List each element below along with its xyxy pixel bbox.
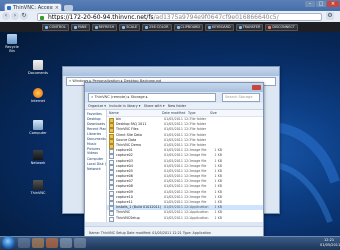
keyboard-label: KEYBOARD bbox=[211, 24, 231, 29]
pane-button[interactable]: PANE bbox=[70, 23, 90, 31]
taskbar-clock[interactable]: 12:21 01/05/2011 bbox=[320, 238, 340, 248]
file-list[interactable]: Name Date modified Type Size bin 01/05/20… bbox=[107, 110, 263, 222]
file-type: Application bbox=[190, 215, 209, 220]
window-titlebar[interactable] bbox=[63, 67, 279, 76]
minimize-button[interactable]: – bbox=[305, 1, 315, 7]
file-row[interactable]: ThinVNCSetup 01/05/2011 12:21Application 1… bbox=[107, 215, 263, 222]
taskbar-ie-icon[interactable] bbox=[60, 238, 72, 248]
page-favicon-icon bbox=[7, 6, 11, 10]
file-rows: bin01/05/2011 12:21File folderDesktop FA… bbox=[107, 117, 263, 222]
navigation-pane: Favorites Desktop Downloads Recent Place… bbox=[85, 110, 107, 222]
scale-button[interactable]: SCALE bbox=[119, 23, 141, 31]
refresh-button[interactable]: REFRESH bbox=[91, 23, 118, 31]
control-button[interactable]: CONTROL bbox=[42, 23, 69, 31]
nav-item[interactable]: Local Disk (C:) bbox=[85, 161, 106, 166]
color-label: 256 COLOR bbox=[149, 24, 169, 29]
nav-item[interactable]: Network bbox=[85, 167, 106, 172]
back-icon[interactable]: ‹ bbox=[2, 12, 10, 20]
internet-icon bbox=[33, 88, 43, 98]
window-titlebar[interactable] bbox=[85, 83, 263, 92]
file-list-header: Name Date modified Type Size bbox=[107, 110, 263, 117]
desktop-icon-label: ThinVNC bbox=[30, 191, 46, 195]
column-name[interactable]: Name bbox=[107, 110, 162, 116]
explorer-window-front[interactable]: « ThinVNC (remote) ▸ Storage ▸ Search St… bbox=[84, 82, 264, 239]
keyboard-icon bbox=[207, 25, 211, 29]
color-button[interactable]: 256 COLOR bbox=[142, 23, 172, 31]
file-icon bbox=[109, 216, 114, 222]
clipboard-button[interactable]: CLIPBOARD bbox=[173, 23, 203, 31]
clipboard-icon bbox=[176, 25, 180, 29]
nav-item[interactable]: Documents bbox=[85, 137, 106, 142]
lock-icon bbox=[40, 15, 44, 20]
palette-icon bbox=[145, 25, 149, 29]
scale-label: SCALE bbox=[126, 24, 138, 29]
search-input[interactable]: Search Storage bbox=[222, 93, 260, 102]
recycle-bin-icon bbox=[7, 34, 17, 44]
nav-item[interactable]: Computer bbox=[85, 157, 106, 162]
wrench-icon[interactable]: ⚙ bbox=[326, 12, 334, 20]
network-icon bbox=[33, 150, 43, 160]
taskbar-app-icon[interactable] bbox=[74, 238, 86, 248]
desktop-icon-label: Recycle Bin bbox=[5, 45, 19, 53]
app-icon bbox=[33, 180, 43, 190]
file-name: ThinVNCSetup bbox=[116, 215, 140, 220]
maximize-button[interactable]: □ bbox=[316, 1, 326, 7]
window-close-button[interactable] bbox=[252, 84, 261, 90]
scale-icon bbox=[122, 25, 126, 29]
transfer-label: TRANSFER bbox=[242, 24, 261, 29]
taskbar-explorer-icon[interactable] bbox=[18, 238, 30, 248]
computer-icon bbox=[33, 120, 43, 130]
organize-button[interactable]: Organize ▾ bbox=[88, 104, 106, 108]
pane-icon bbox=[73, 25, 77, 29]
desktop-icon-recycle-bin[interactable]: Recycle Bin bbox=[2, 34, 22, 53]
pane-label: PANE bbox=[77, 24, 87, 29]
close-window-button[interactable]: × bbox=[327, 1, 339, 7]
desktop-icon-label: Network bbox=[30, 161, 46, 165]
desktop-icon-thinvnc[interactable]: ThinVNC bbox=[28, 180, 48, 195]
include-library-button[interactable]: Include in library ▾ bbox=[109, 104, 140, 108]
url-host: https://172-20-60-94.thinvnc.net/fs bbox=[48, 13, 154, 21]
file-date: 01/05/2011 12:21 bbox=[164, 215, 190, 220]
transfer-icon bbox=[238, 25, 242, 29]
thinvnc-toolbar: CONTROL PANE REFRESH SCALE 256 COLOR CLI… bbox=[0, 22, 340, 32]
control-icon bbox=[45, 25, 49, 29]
refresh-label: REFRESH bbox=[98, 24, 115, 29]
desktop-icon-label: Internet bbox=[31, 99, 45, 103]
url-path: /ad1375a9794e9f0647cf9e016866640c5/ bbox=[153, 13, 279, 21]
clock-date: 01/05/2011 bbox=[320, 242, 340, 247]
nav-item[interactable]: Recent Places bbox=[85, 126, 106, 131]
nav-item[interactable]: Downloads bbox=[85, 122, 106, 127]
column-size[interactable]: Size bbox=[210, 110, 220, 116]
disconnect-label: DISCONNECT bbox=[272, 24, 295, 29]
folder-icon bbox=[33, 60, 43, 70]
desktop-icon-internet[interactable]: Internet bbox=[28, 88, 48, 103]
forward-icon[interactable]: › bbox=[11, 12, 19, 20]
control-label: CONTROL bbox=[49, 24, 66, 29]
column-type[interactable]: Type bbox=[188, 110, 210, 116]
desktop-icon-documents[interactable]: Documents bbox=[28, 60, 48, 75]
column-date[interactable]: Date modified bbox=[162, 110, 188, 116]
explorer-command-bar: Organize ▾ Include in library ▾ Share wi… bbox=[85, 103, 263, 110]
desktop-icon-label: Computer bbox=[29, 131, 47, 135]
new-folder-button[interactable]: New folder bbox=[168, 104, 186, 108]
share-with-button[interactable]: Share with ▾ bbox=[144, 104, 165, 108]
desktop-icon-computer[interactable]: Computer bbox=[28, 120, 48, 135]
address-path[interactable]: « ThinVNC (remote) ▸ Storage ▸ bbox=[88, 93, 216, 102]
start-button[interactable] bbox=[2, 236, 15, 249]
keyboard-button[interactable]: KEYBOARD bbox=[204, 23, 234, 31]
taskbar-media-icon[interactable] bbox=[32, 238, 44, 248]
disconnect-button[interactable]: DISCONNECT bbox=[265, 23, 298, 31]
disconnect-icon bbox=[268, 25, 272, 29]
url-field[interactable]: https://172-20-60-94.thinvnc.net/fs/ad13… bbox=[37, 12, 322, 21]
file-size: 1 KB bbox=[214, 215, 222, 220]
desktop-icon-label: Documents bbox=[28, 71, 48, 75]
refresh-icon bbox=[94, 25, 98, 29]
clipboard-label: CLIPBOARD bbox=[180, 24, 200, 29]
transfer-button[interactable]: TRANSFER bbox=[235, 23, 264, 31]
taskbar-firefox-icon[interactable] bbox=[46, 238, 58, 248]
reload-icon[interactable]: ↻ bbox=[20, 12, 28, 20]
desktop-icon-network[interactable]: Network bbox=[28, 150, 48, 165]
